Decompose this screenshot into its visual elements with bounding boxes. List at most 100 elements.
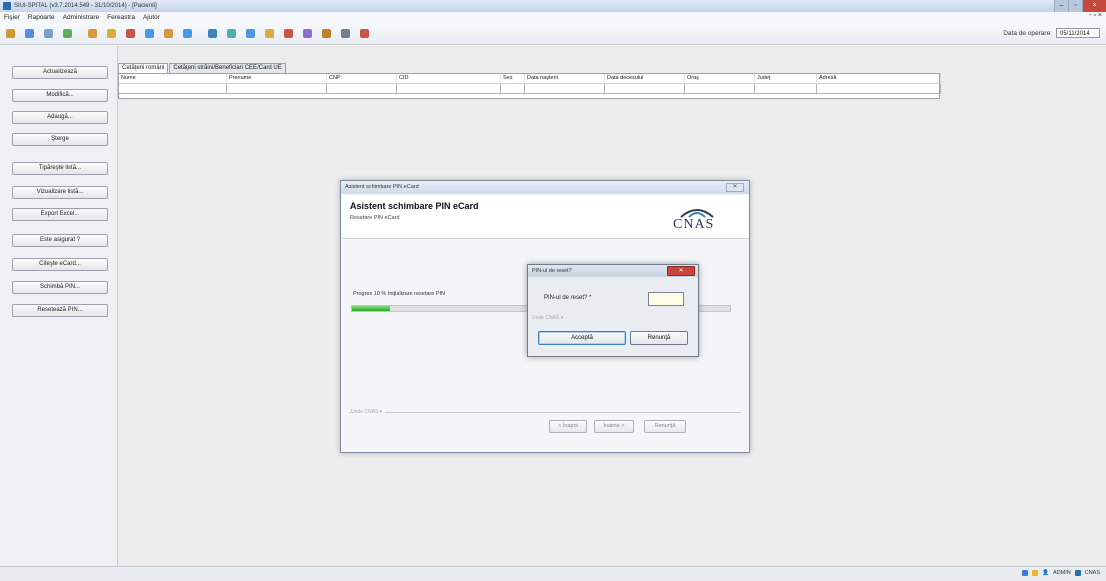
save-icon[interactable] — [22, 26, 37, 41]
grid-filter-cell-7[interactable] — [685, 84, 755, 94]
sidebar-button-2[interactable]: Adaugă... — [12, 111, 108, 124]
menu-item-3[interactable]: Fereastra — [107, 14, 135, 21]
window-title: SIUI-SPITAL (v3.7.2014.549 - 31/10/2014)… — [14, 3, 157, 9]
operation-date-picker[interactable]: 05/11/2014 — [1056, 28, 1100, 38]
pin-label: PIN-ul de reset? * — [544, 295, 592, 301]
wizard-close-icon[interactable]: ✕ — [726, 183, 744, 192]
books-stack-icon[interactable] — [262, 26, 277, 41]
grid-col-header-8[interactable]: Judeţ — [755, 74, 817, 84]
grid-col-header-6[interactable]: Data decesului — [605, 74, 685, 84]
app-logo-icon — [3, 2, 11, 10]
tab-0[interactable]: Cetăţeni români — [118, 63, 169, 73]
grid-col-header-1[interactable]: Prenume — [227, 74, 327, 84]
grid-col-header-2[interactable]: CNP — [327, 74, 397, 84]
grid-col-header-4[interactable]: Sex — [501, 74, 525, 84]
user-add-icon[interactable] — [161, 26, 176, 41]
grid-col-header-9[interactable]: Adresă — [817, 74, 941, 84]
menu-item-0[interactable]: Fişier — [4, 14, 20, 21]
grid-filter-cell-9[interactable] — [817, 84, 941, 94]
sidebar-button-1[interactable]: Modifică... — [12, 89, 108, 102]
sidebar-button-8[interactable]: Citeşte eCard... — [12, 258, 108, 271]
card-icon[interactable] — [300, 26, 315, 41]
window-controls: – ▫ × — [1054, 0, 1106, 12]
globe-icon[interactable] — [205, 26, 220, 41]
users-group-icon[interactable] — [243, 26, 258, 41]
grid-filter-cell-3[interactable] — [397, 84, 501, 94]
wizard-subheading: Resetare PIN eCard — [350, 215, 400, 221]
document-icon[interactable] — [41, 26, 56, 41]
report-icon[interactable] — [123, 26, 138, 41]
grid-filter-cell-4[interactable] — [501, 84, 525, 94]
wizard-title: Asistent schimbare PIN eCard — [341, 181, 749, 194]
grid-col-header-5[interactable]: Data naşterii — [525, 74, 605, 84]
sidebar-button-6[interactable]: Export Excel... — [12, 208, 108, 221]
patient-tabs: Cetăţeni români Cetăţeni străini/Benefici… — [118, 63, 287, 73]
sidebar-button-4[interactable]: Tipăreşte listă... — [12, 162, 108, 175]
grid-filter-cell-8[interactable] — [755, 84, 817, 94]
books-icon[interactable] — [104, 26, 119, 41]
window-titlebar: SIUI-SPITAL (v3.7.2014.549 - 31/10/2014)… — [0, 0, 1106, 12]
sidebar-button-5[interactable]: Vizualizare listă... — [12, 186, 108, 199]
status-user: ADMIN — [1052, 570, 1071, 576]
operation-date: Data de operare: 05/11/2014 — [1003, 28, 1100, 38]
cnas-logo-text: CNAS — [673, 217, 715, 232]
patients-grid: Nume Prenume CNP CID Sex Data naşterii Data de… — [118, 73, 941, 99]
report-export-icon[interactable] — [142, 26, 157, 41]
menu-item-1[interactable]: Rapoarte — [28, 14, 55, 21]
pin-dialog-close-icon[interactable]: ✕ — [667, 266, 695, 276]
sidebar-button-9[interactable]: Schimbă PIN... — [12, 281, 108, 294]
pin-cancel-button[interactable]: Renunţă — [630, 331, 688, 345]
maximize-icon[interactable]: ▫ — [1068, 0, 1082, 12]
user-icon: 👤 — [1042, 570, 1049, 576]
grid-col-header-7[interactable]: Oraş — [685, 74, 755, 84]
print-report-icon[interactable] — [357, 26, 372, 41]
minimize-icon[interactable]: – — [1054, 0, 1068, 12]
wizard-group-label: Unde CNAS ▾ — [351, 409, 386, 415]
grid-header: Nume Prenume CNP CID Sex Data naşterii Data de… — [119, 74, 941, 84]
progress-label: Progres 10 % Iniţializare resetare PIN — [353, 291, 446, 297]
status-bar: 👤 ADMIN CNAS — [0, 566, 1106, 581]
action-sidebar: Actualizează Modifică... Adaugă... Şterge Ti… — [0, 46, 118, 566]
grid-filter-cell-6[interactable] — [605, 84, 685, 94]
operation-date-label: Data de operare: — [1003, 29, 1052, 37]
sidebar-button-0[interactable]: Actualizează — [12, 66, 108, 79]
mdi-window-controls[interactable]: - ▫ × — [1089, 12, 1102, 19]
menu-item-2[interactable]: Administrare — [63, 14, 99, 21]
pin-input[interactable] — [648, 292, 684, 306]
wizard-header: Asistent schimbare PIN eCard Resetare PI… — [342, 195, 749, 239]
user-icon[interactable] — [85, 26, 100, 41]
next-button[interactable]: Înainte > — [594, 420, 634, 433]
progress-fill — [352, 306, 390, 311]
menu-item-4[interactable]: Ajutor — [143, 14, 160, 21]
calendar-icon[interactable] — [224, 26, 239, 41]
org-icon — [1074, 570, 1081, 576]
back-button[interactable]: < Înapoi — [549, 420, 587, 433]
grid-col-header-0[interactable]: Nume — [119, 74, 227, 84]
grid-filter-row — [119, 84, 941, 94]
gear-icon[interactable] — [338, 26, 353, 41]
accept-button[interactable]: Acceptă — [538, 331, 626, 345]
refresh-icon[interactable] — [60, 26, 75, 41]
tab-1[interactable]: Cetăţeni străini/Beneficiari CEE/Card UE — [169, 63, 286, 73]
wrench-icon[interactable] — [319, 26, 334, 41]
status-right: 👤 ADMIN CNAS — [1018, 570, 1100, 576]
main-toolbar: Data de operare: 05/11/2014 — [0, 23, 1106, 45]
network-icon — [1022, 570, 1029, 576]
menu-bar: Fişier Rapoarte Administrare Fereastra Ajuto… — [0, 12, 1106, 23]
wizard-heading: Asistent schimbare PIN eCard — [350, 201, 479, 211]
sidebar-button-3[interactable]: Şterge — [12, 133, 108, 146]
chart-report-icon[interactable] — [281, 26, 296, 41]
grid-filter-cell-2[interactable] — [327, 84, 397, 94]
open-folder-icon[interactable] — [3, 26, 18, 41]
grid-filter-cell-1[interactable] — [227, 84, 327, 94]
lock-icon — [1032, 570, 1039, 576]
sidebar-button-10[interactable]: Resetează PIN... — [12, 304, 108, 317]
grid-filter-cell-0[interactable] — [119, 84, 227, 94]
grid-col-header-3[interactable]: CID — [397, 74, 501, 84]
wizard-cancel-button[interactable]: Renunţă — [644, 420, 686, 433]
grid-filter-cell-5[interactable] — [525, 84, 605, 94]
sidebar-button-7[interactable]: Este asigurat ? — [12, 234, 108, 247]
cnas-logo: CNAS — [667, 203, 727, 233]
users-icon[interactable] — [180, 26, 195, 41]
close-icon[interactable]: × — [1082, 0, 1106, 12]
